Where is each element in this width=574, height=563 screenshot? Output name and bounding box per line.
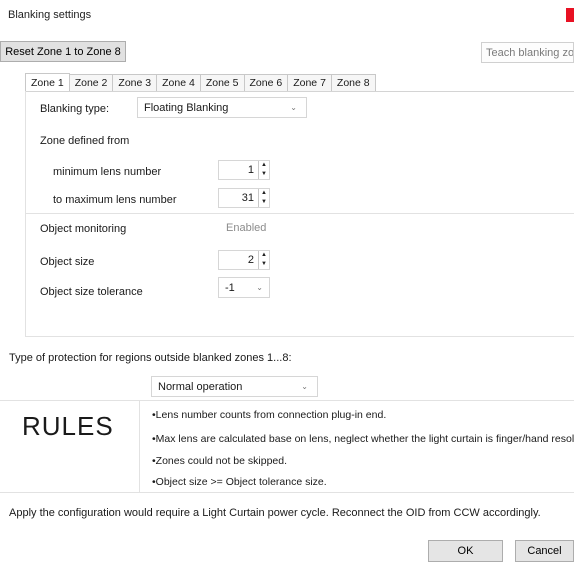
spin-arrows-icon[interactable]: ▲ ▼ (258, 251, 269, 269)
rules-divider-top (0, 400, 574, 401)
object-size-tolerance-label: Object size tolerance (40, 286, 143, 298)
object-monitoring-value: Enabled (226, 222, 267, 234)
blanking-type-value: Floating Blanking (144, 101, 229, 114)
window-title: Blanking settings (8, 9, 92, 21)
rule-item: •Lens number counts from connection plug… (152, 409, 387, 421)
tab-zone-5[interactable]: Zone 5 (199, 74, 245, 92)
protection-label: Type of protection for regions outside b… (9, 352, 292, 364)
rules-title: RULES (22, 411, 114, 441)
object-size-tolerance-select[interactable]: -1 ⌄ (218, 277, 270, 298)
protection-select[interactable]: Normal operation ⌄ (151, 376, 318, 397)
zone-defined-label: Zone defined from (40, 135, 130, 147)
max-lens-stepper[interactable]: 31 ▲ ▼ (218, 188, 270, 208)
section-divider (25, 213, 574, 214)
min-lens-value: 1 (247, 164, 254, 176)
rules-divider-bottom (0, 492, 574, 493)
ok-button[interactable]: OK (428, 540, 503, 562)
power-cycle-note: Apply the configuration would require a … (9, 507, 541, 519)
tab-zone-4[interactable]: Zone 4 (156, 74, 201, 92)
object-size-tolerance-value: -1 (225, 281, 235, 294)
tab-zone-3[interactable]: Zone 3 (112, 74, 158, 92)
blanking-type-select[interactable]: Floating Blanking ⌄ (137, 97, 307, 118)
chevron-down-icon: ⌄ (301, 382, 308, 391)
spin-arrows-icon[interactable]: ▲ ▼ (258, 189, 269, 207)
object-size-label: Object size (40, 256, 95, 268)
rule-item: •Zones could not be skipped. (152, 455, 288, 467)
spin-arrows-icon[interactable]: ▲ ▼ (258, 161, 269, 179)
tab-zone-1[interactable]: Zone 1 (25, 73, 70, 92)
cancel-button[interactable]: Cancel (515, 540, 574, 562)
max-lens-label: to maximum lens number (53, 194, 177, 206)
teach-blanking-zone-button[interactable]: Teach blanking zone (481, 42, 574, 63)
panel-border-left (25, 91, 26, 337)
chevron-down-icon: ⌄ (290, 103, 297, 112)
tab-zone-6[interactable]: Zone 6 (243, 74, 289, 92)
tab-zone-7[interactable]: Zone 7 (287, 74, 332, 92)
rule-item: •Object size >= Object tolerance size. (152, 476, 327, 488)
protection-value: Normal operation (158, 380, 243, 393)
blanking-type-label: Blanking type: (40, 103, 110, 115)
zone-tabs: Zone 1 Zone 2 Zone 3 Zone 4 Zone 5 Zone … (25, 73, 376, 92)
min-lens-label: minimum lens number (53, 166, 162, 178)
object-monitoring-label: Object monitoring (40, 223, 127, 235)
reset-zones-button[interactable]: Reset Zone 1 to Zone 8 (0, 41, 126, 62)
min-lens-stepper[interactable]: 1 ▲ ▼ (218, 160, 270, 180)
chevron-down-icon: ⌄ (256, 283, 263, 292)
rule-item: •Max lens are calculated base on lens, n… (152, 433, 574, 445)
tab-zone-2[interactable]: Zone 2 (68, 74, 114, 92)
zone-panel (25, 91, 574, 337)
max-lens-value: 31 (241, 192, 254, 204)
object-size-stepper[interactable]: 2 ▲ ▼ (218, 250, 270, 270)
rules-divider-vertical (139, 400, 140, 492)
panel-border-bottom (25, 336, 574, 337)
object-size-value: 2 (247, 254, 254, 266)
tab-zone-8[interactable]: Zone 8 (330, 74, 376, 92)
close-icon[interactable] (566, 8, 574, 22)
